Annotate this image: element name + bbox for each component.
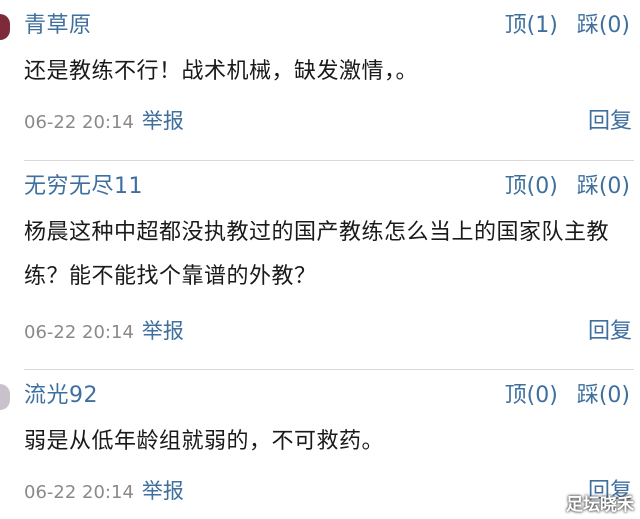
upvote-button[interactable]: 顶(1): [505, 13, 558, 38]
avatar[interactable]: [0, 14, 10, 40]
vote-controls: 顶(0) 踩(0): [505, 377, 630, 409]
report-link[interactable]: 举报: [142, 109, 184, 133]
downvote-button[interactable]: 踩(0): [577, 383, 630, 408]
downvote-button[interactable]: 踩(0): [577, 174, 630, 199]
comment-text: 杨晨这种中超都没执教过的国产教练怎么当上的国家队主教练？能不能找个靠谱的外教？: [24, 220, 610, 289]
comment-list: 青草原 顶(1) 踩(0) 还是教练不行！战术机械，缺发激情，。 06-22 2…: [0, 0, 640, 519]
avatar[interactable]: [0, 384, 10, 410]
comment-meta: 06-22 20:14 举报: [24, 475, 184, 505]
vote-controls: 顶(1) 踩(0): [505, 7, 630, 39]
report-link[interactable]: 举报: [142, 319, 184, 343]
comment-timestamp: 06-22 20:14: [24, 482, 134, 503]
comment-timestamp: 06-22 20:14: [24, 112, 134, 133]
upvote-button[interactable]: 顶(0): [505, 174, 558, 199]
vote-controls: 顶(0) 踩(0): [505, 168, 630, 200]
comment-meta: 06-22 20:14 举报: [24, 315, 184, 345]
comment-text: 弱是从低年龄组就弱的，不可救药。: [24, 429, 385, 454]
upvote-button[interactable]: 顶(0): [505, 383, 558, 408]
report-link[interactable]: 举报: [142, 479, 184, 503]
watermark: 足坛晓禾: [566, 495, 634, 515]
reply-link[interactable]: 回复: [588, 313, 632, 345]
comment-username[interactable]: 青草原: [24, 7, 92, 39]
comment-item: 流光92 顶(0) 踩(0) 弱是从低年龄组就弱的，不可救药。 06-22 20…: [0, 370, 640, 519]
downvote-button[interactable]: 踩(0): [577, 13, 630, 38]
comment-username[interactable]: 无穷无尽11: [24, 168, 143, 200]
comment-timestamp: 06-22 20:14: [24, 322, 134, 343]
comment-item: 无穷无尽11 顶(0) 踩(0) 杨晨这种中超都没执教过的国产教练怎么当上的国家…: [0, 161, 640, 370]
reply-link[interactable]: 回复: [588, 103, 632, 135]
comment-username[interactable]: 流光92: [24, 377, 98, 409]
comment-item: 青草原 顶(1) 踩(0) 还是教练不行！战术机械，缺发激情，。 06-22 2…: [0, 0, 640, 161]
comment-meta: 06-22 20:14 举报: [24, 105, 184, 135]
comment-text: 还是教练不行！战术机械，缺发激情，。: [24, 59, 419, 84]
